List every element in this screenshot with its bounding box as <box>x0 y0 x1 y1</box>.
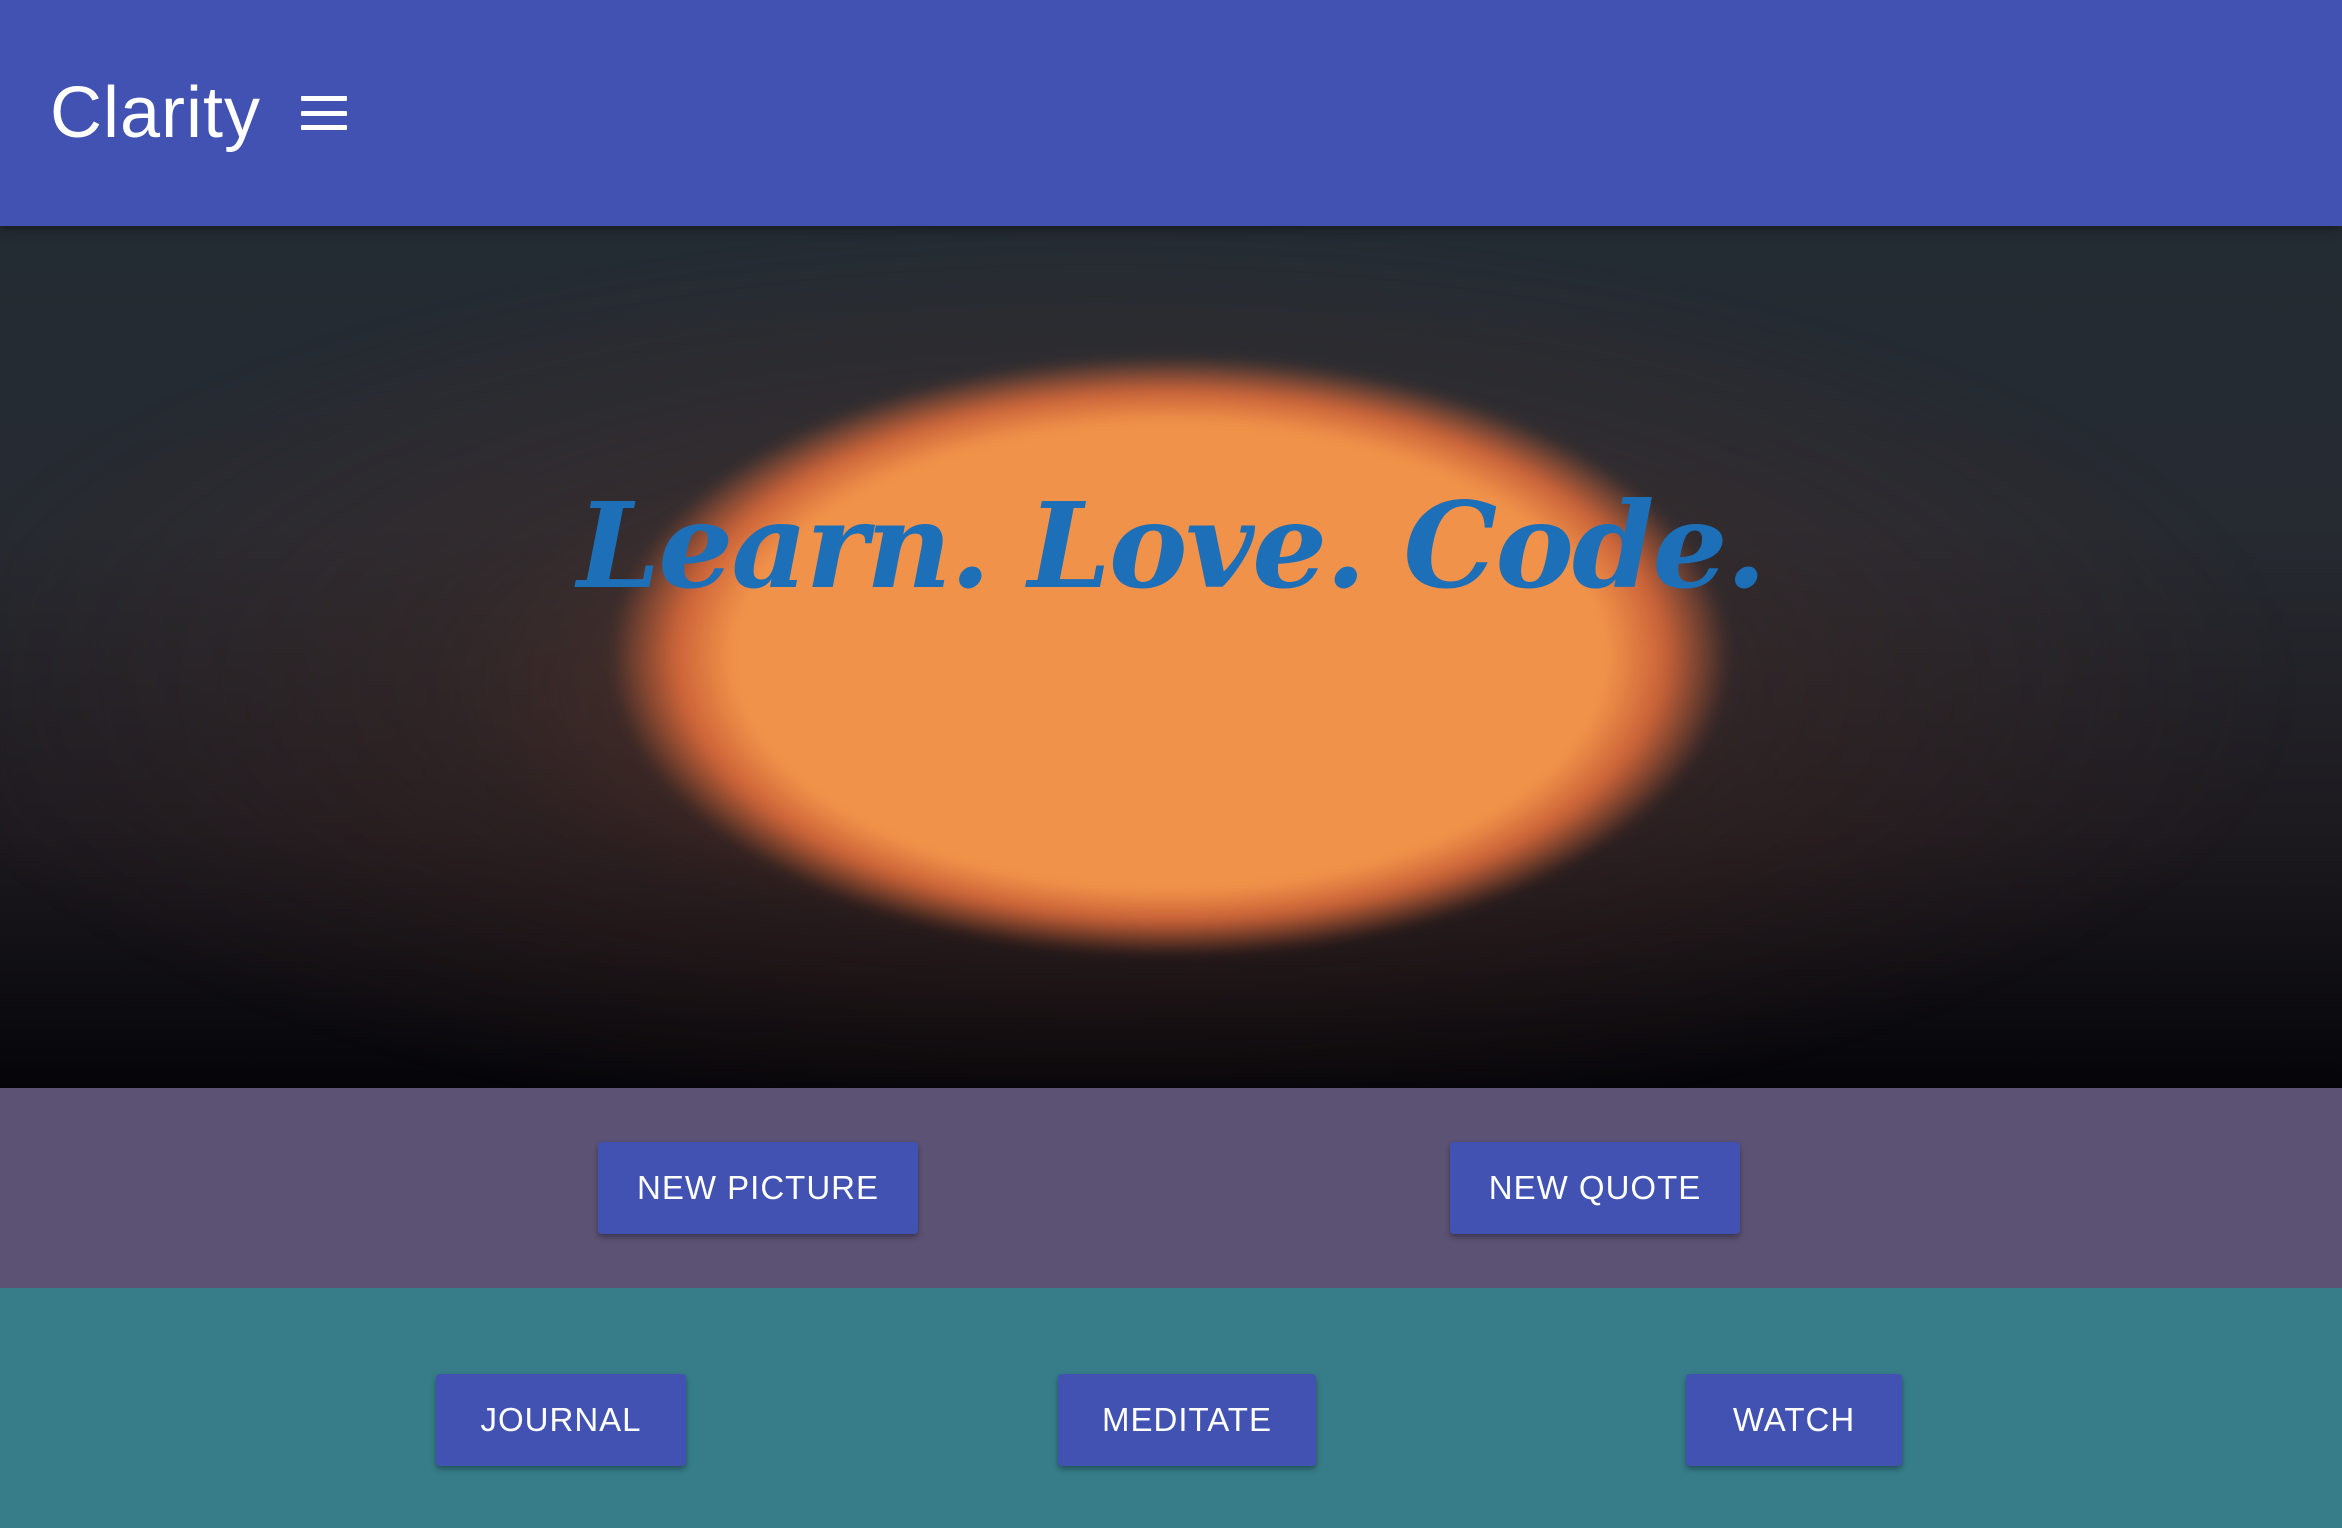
menu-icon[interactable] <box>301 96 348 130</box>
meditate-button[interactable]: MEDITATE <box>1058 1374 1316 1466</box>
menu-icon-line <box>301 96 348 101</box>
hero-image: Learn. Love. Code. <box>0 226 2342 1088</box>
sun-glow-background <box>0 226 2342 1088</box>
menu-icon-line <box>301 110 348 116</box>
app-title: Clarity <box>50 73 262 153</box>
new-picture-button[interactable]: NEW PICTURE <box>598 1142 918 1234</box>
bottom-nav: JOURNAL MEDITATE WATCH <box>0 1288 2342 1528</box>
menu-icon-line <box>301 125 348 130</box>
hero-quote: Learn. Love. Code. <box>577 476 1766 615</box>
watch-button[interactable]: WATCH <box>1686 1374 1902 1466</box>
action-bar: NEW PICTURE NEW QUOTE <box>0 1088 2342 1288</box>
app-bar: Clarity <box>0 0 2342 226</box>
new-quote-button[interactable]: NEW QUOTE <box>1450 1142 1740 1234</box>
journal-button[interactable]: JOURNAL <box>436 1374 686 1466</box>
